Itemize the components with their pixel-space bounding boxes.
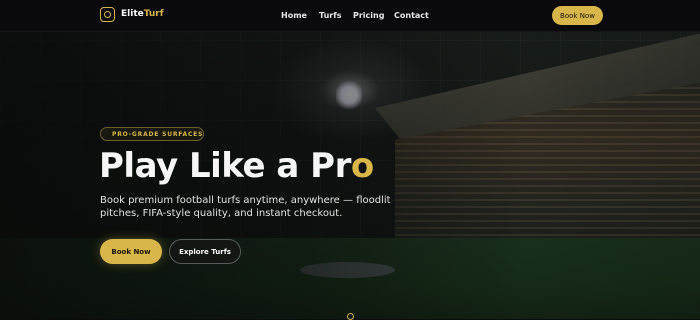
book-now-nav-button[interactable]: Book Now [552,6,603,25]
nav-link-home[interactable]: Home [281,11,307,20]
hero-subtext: Book premium football turfs anytime, any… [100,195,391,219]
badge-text: PRO-GRADE SURFACES [112,130,204,138]
headline-main: Play Like a Pr [99,146,351,186]
book-now-button[interactable]: Book Now [100,239,162,264]
hero-badge: PRO-GRADE SURFACES [100,127,204,141]
navbar: EliteTurf Home Turfs Pricing Contact Boo… [0,0,700,32]
headline-accent: o [350,146,374,186]
nav-link-contact[interactable]: Contact [394,11,429,20]
nav-link-pricing[interactable]: Pricing [353,11,384,20]
explore-turfs-button[interactable]: Explore Turfs [169,239,241,264]
nav-link-turfs[interactable]: Turfs [319,11,341,20]
hero-headline: Play Like a Pro [99,146,374,186]
